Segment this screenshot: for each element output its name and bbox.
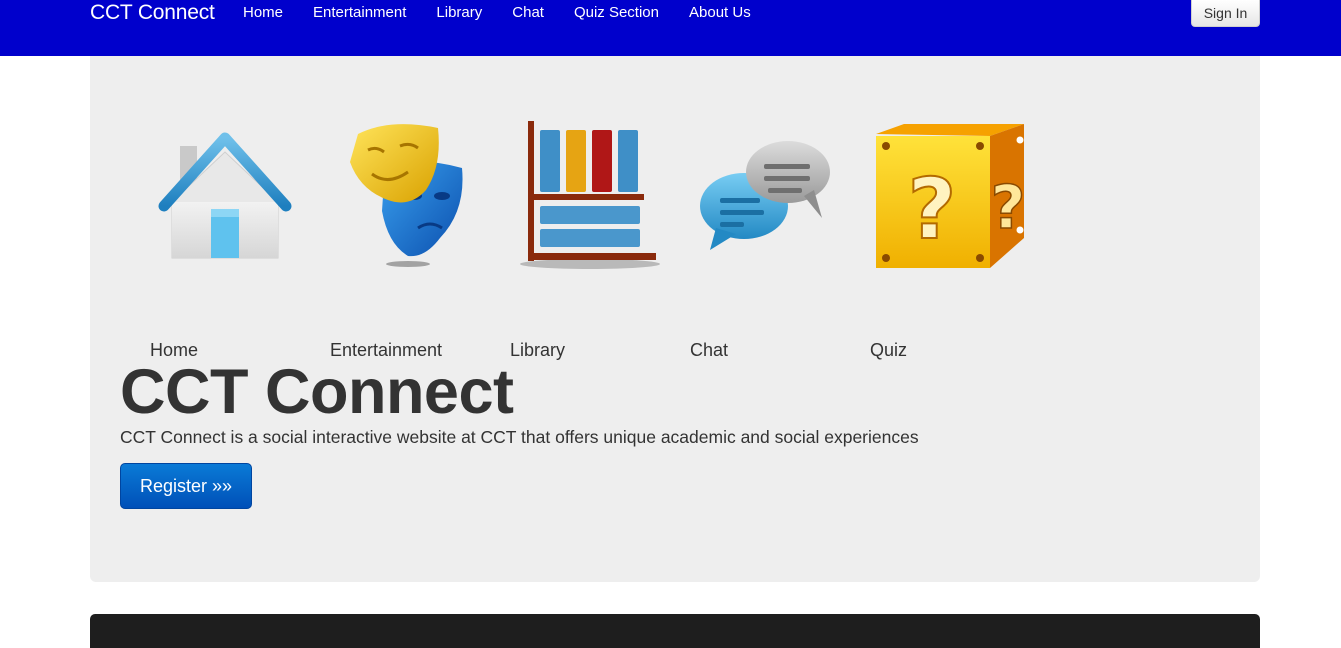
house-icon — [158, 132, 292, 259]
nav-links: Home Entertainment Library Chat Quiz Sec… — [243, 4, 781, 21]
top-navbar: CCT Connect Home Entertainment Library C… — [0, 0, 1341, 56]
nav-link-home[interactable]: Home — [243, 4, 283, 21]
question-block-icon: ? ? — [876, 124, 1026, 268]
tile-entertainment[interactable]: Entertainment — [330, 116, 500, 360]
tile-label-library: Library — [510, 340, 566, 360]
chat-bubbles-icon — [700, 141, 830, 250]
nav-link-library[interactable]: Library — [436, 4, 482, 21]
nav-link-chat[interactable]: Chat — [512, 4, 544, 21]
nav-link-entertainment[interactable]: Entertainment — [313, 4, 406, 21]
register-button[interactable]: Register »» — [120, 463, 252, 509]
bookshelf-icon — [520, 121, 660, 269]
brand-logo[interactable]: CCT Connect — [90, 1, 215, 25]
hero-title: CCT Connect — [120, 357, 514, 427]
svg-text:?: ? — [991, 173, 1026, 243]
svg-text:?: ? — [908, 160, 957, 258]
hero-panel: Home Entertainment Library Chat ? ? Quiz… — [90, 56, 1260, 582]
dark-section-bar — [90, 614, 1260, 648]
nav-link-quiz-section[interactable]: Quiz Section — [574, 4, 659, 21]
theater-masks-icon — [350, 124, 463, 267]
tile-chat[interactable]: Chat — [690, 116, 860, 360]
tile-quiz[interactable]: ? ? Quiz — [870, 116, 1040, 360]
nav-link-about-us[interactable]: About Us — [689, 4, 751, 21]
tile-label-quiz: Quiz — [870, 340, 908, 360]
hero-description: CCT Connect is a social interactive webs… — [120, 427, 919, 447]
tile-label-chat: Chat — [690, 340, 729, 360]
tile-home[interactable]: Home — [150, 116, 320, 360]
tile-library[interactable]: Library — [510, 116, 680, 360]
sign-in-button[interactable]: Sign In — [1191, 0, 1260, 27]
